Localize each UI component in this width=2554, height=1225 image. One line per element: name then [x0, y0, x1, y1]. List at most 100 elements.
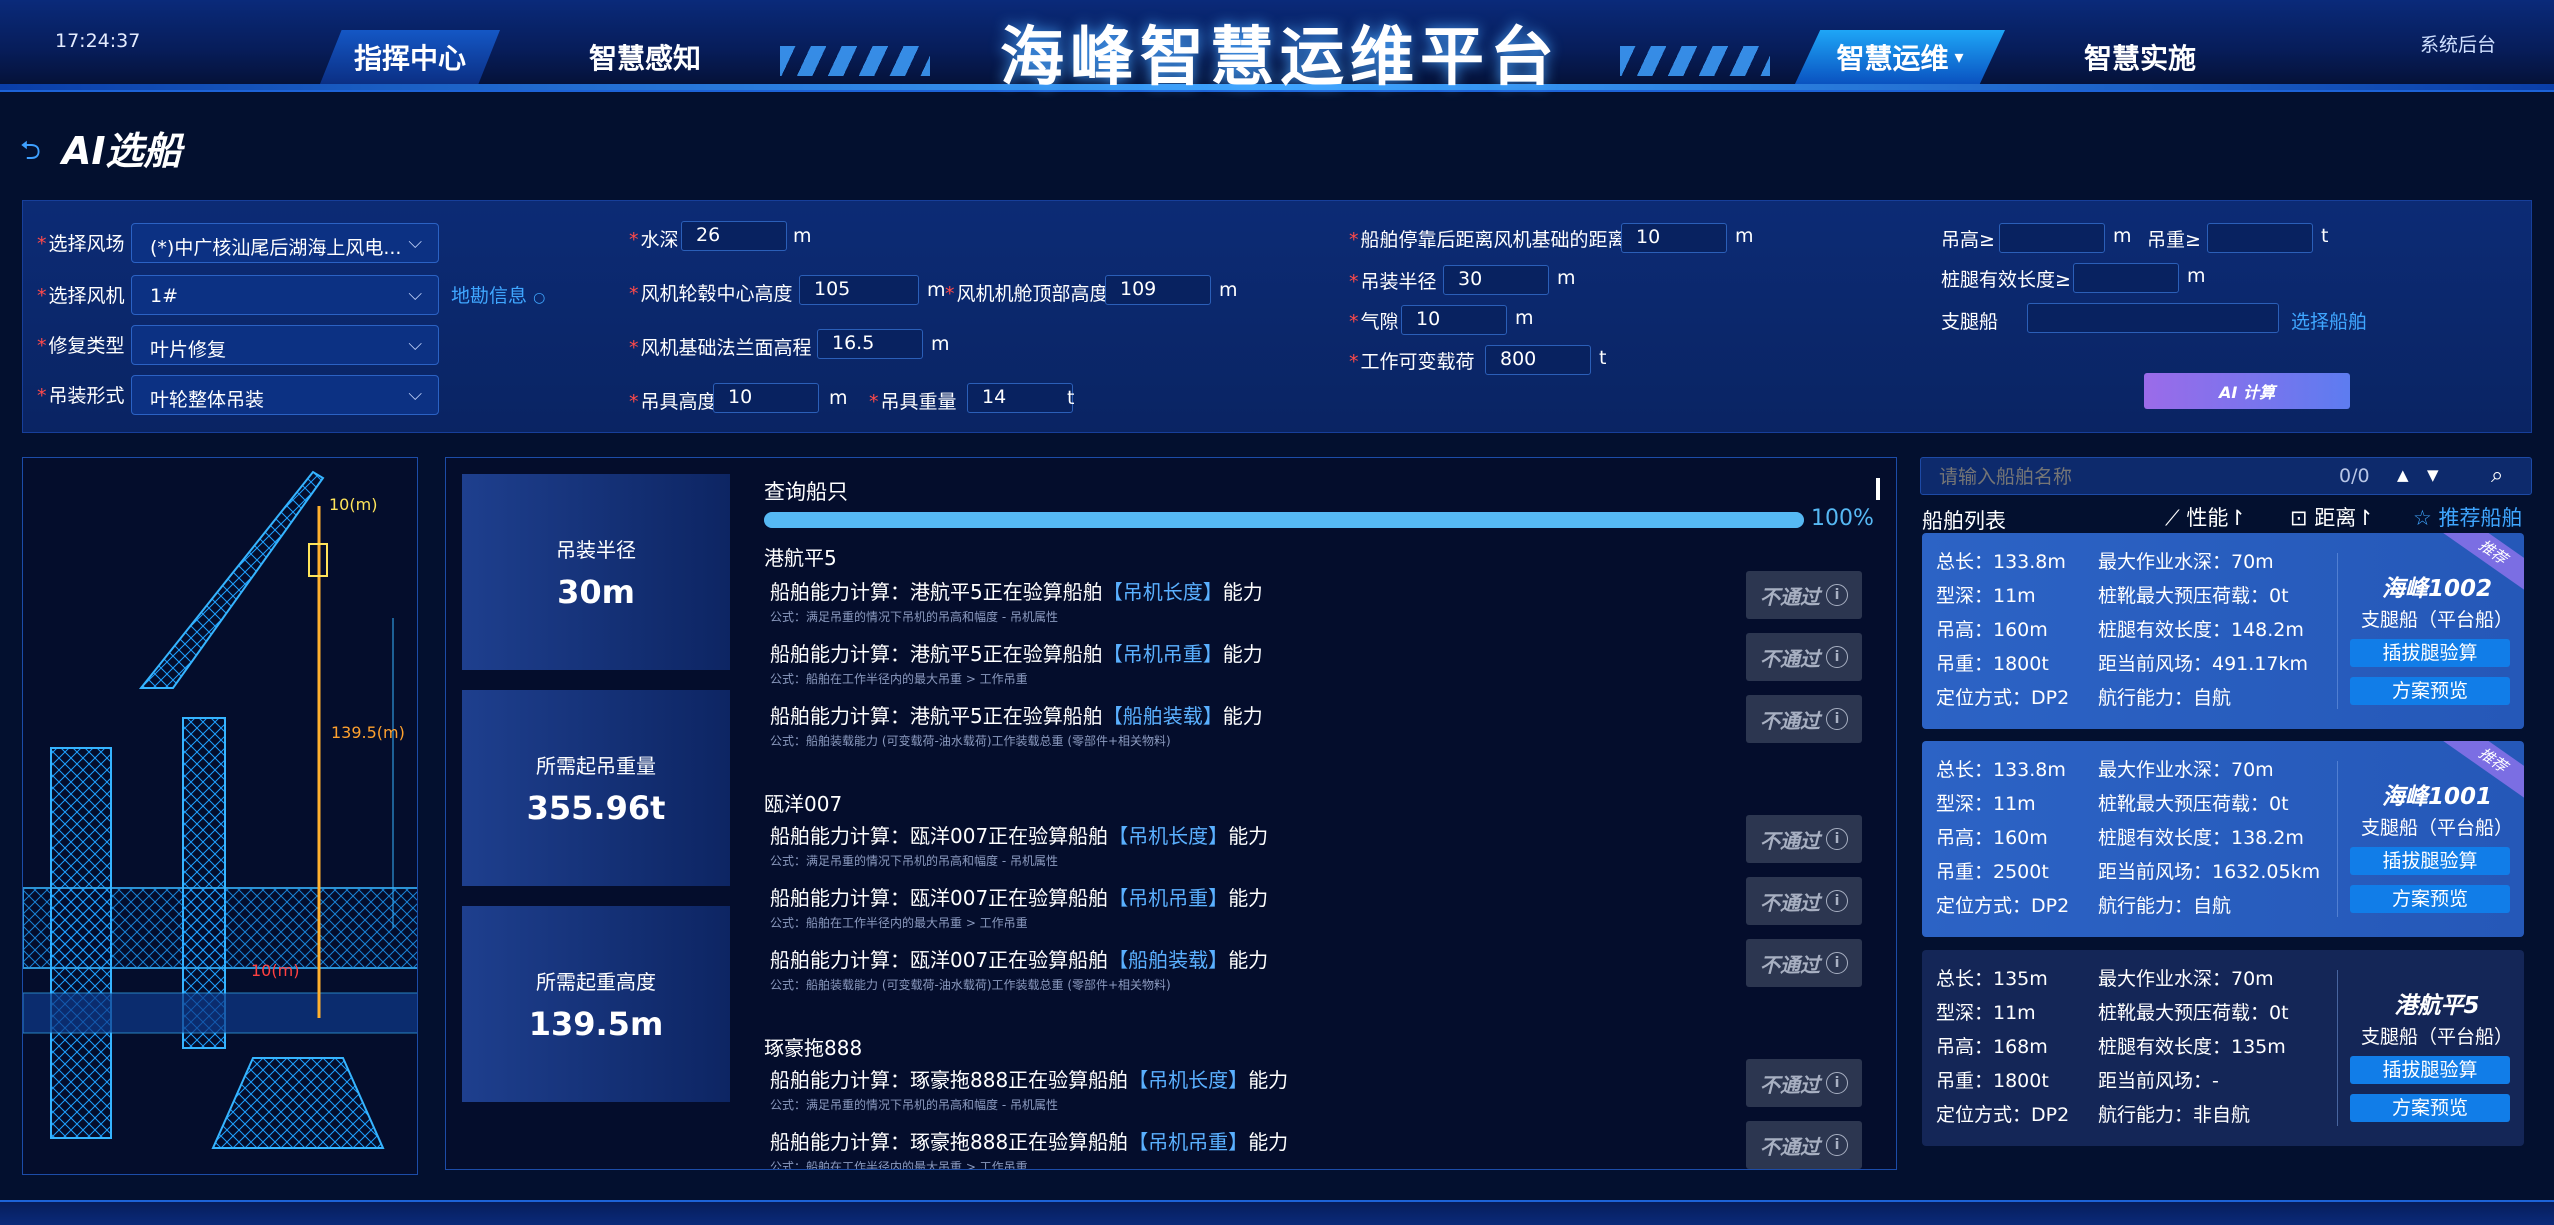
plan-preview-button[interactable]: 方案预览: [2350, 677, 2510, 705]
chevron-down-icon: ⌵: [408, 284, 422, 305]
distance-icon: ⊡: [2290, 506, 2308, 530]
rig-height-input[interactable]: 10: [713, 383, 819, 413]
header-decor-left: [780, 46, 930, 76]
support-ship-input[interactable]: [2027, 303, 2279, 333]
ship-card[interactable]: 总长：135m 型深：11m 吊高：168m 吊重：1800t 定位方式：DP2 最大作业…: [1922, 950, 2524, 1146]
next-result-icon[interactable]: ▼: [2427, 466, 2439, 484]
leg-length-input[interactable]: [2073, 263, 2179, 293]
variable-load-input[interactable]: 800: [1485, 345, 1591, 375]
unit-label: m: [1515, 307, 1534, 329]
sort-icon: ↾: [2228, 506, 2246, 530]
select-ship-link[interactable]: 选择船舶: [2291, 307, 2367, 334]
dock-distance-label: * 船舶停靠后距离风机基础的距离: [1349, 229, 1627, 251]
back-arrow-icon[interactable]: ⮌: [20, 132, 41, 176]
summary-value: 355.96t: [526, 788, 666, 827]
star-icon: ☆: [2413, 506, 2432, 530]
hook-height-label: 吊高≥: [1941, 229, 1995, 251]
search-icon: ○: [533, 290, 546, 306]
summary-card-height: 所需起重高度 139.5m: [462, 906, 730, 1102]
sort-distance-button[interactable]: ⊡ 距离↾: [2290, 502, 2374, 532]
check-row: 船舶能力计算：港航平5正在验算船舶【吊机吊重】能力 公式：船舶在工作半径内的最大…: [770, 642, 1263, 686]
info-icon: i: [1826, 584, 1848, 606]
bottom-bar: [0, 1200, 2554, 1225]
unit-label: m: [2187, 265, 2206, 287]
query-progress-bar: [764, 512, 1804, 528]
rig-weight-input[interactable]: 14: [967, 383, 1073, 413]
ship-spec: 定位方式：DP2: [1936, 687, 2070, 709]
leg-check-button[interactable]: 插拔腿验算: [2350, 1056, 2510, 1084]
nacelle-top-input[interactable]: 109: [1105, 275, 1211, 305]
nav-command-center[interactable]: 指挥中心: [320, 30, 500, 84]
query-progress-fill: [764, 512, 1804, 528]
unit-label: t: [1067, 387, 1075, 409]
unit-label: m: [931, 333, 950, 355]
ship-type: 支腿船（平台船）: [2360, 609, 2513, 631]
flange-input[interactable]: 16.5: [817, 329, 923, 359]
page-title: AI选船: [62, 129, 182, 173]
sort-performance-button[interactable]: ⟋ 性能↾: [2165, 502, 2246, 532]
chevron-down-icon: ⌵: [408, 384, 422, 405]
air-gap-input[interactable]: 10: [1401, 305, 1507, 335]
nav-smart-ops[interactable]: 智慧运维 ▾: [1795, 30, 2005, 84]
app-root: 17:24:37 指挥中心 智慧感知 海峰智慧运维平台 智慧运维 ▾ 智慧实施 …: [0, 0, 2554, 1225]
unit-label: m: [829, 387, 848, 409]
ship-spec: 吊重：1800t: [1936, 653, 2049, 675]
ai-calculate-button[interactable]: AI 计算: [2144, 373, 2350, 409]
ship-spec: 吊重：2500t: [1936, 861, 2049, 883]
dim-label-mid: 139.5(m): [331, 723, 405, 742]
info-icon: i: [1826, 646, 1848, 668]
water-depth-input[interactable]: 26: [681, 221, 787, 251]
lift-radius-label: * 吊装半径: [1349, 271, 1437, 293]
hook-height-input[interactable]: [1999, 223, 2105, 253]
info-icon: i: [1826, 890, 1848, 912]
check-row: 船舶能力计算：瓯洋007正在验算船舶【船舶装载】能力 公式：船舶装载能力 (可变…: [770, 948, 1269, 992]
plan-preview-button[interactable]: 方案预览: [2350, 1094, 2510, 1122]
lift-form-select[interactable]: 叶轮整体吊装 ⌵: [131, 375, 439, 415]
search-count: 0/0: [2339, 465, 2370, 487]
repair-type-select[interactable]: 叶片修复 ⌵: [131, 325, 439, 365]
nav-smart-implementation[interactable]: 智慧实施: [2040, 30, 2240, 84]
ship-spec: 距当前风场：1632.05km: [2098, 861, 2321, 883]
hub-height-label: * 风机轮毂中心高度: [629, 283, 793, 305]
hub-height-input[interactable]: 105: [799, 275, 919, 305]
unit-label: m: [1557, 267, 1576, 289]
leg-check-button[interactable]: 插拔腿验算: [2350, 847, 2510, 875]
ship-spec: 桩腿有效长度：138.2m: [2098, 827, 2304, 849]
plan-preview-button[interactable]: 方案预览: [2350, 885, 2510, 913]
ship-spec: 定位方式：DP2: [1936, 1104, 2070, 1126]
ship-spec: 吊高：168m: [1936, 1036, 2048, 1058]
ship-spec: 桩腿有效长度：148.2m: [2098, 619, 2304, 641]
recommend-ships-link[interactable]: ☆ 推荐船舶: [2413, 502, 2523, 532]
nav-smart-sensing[interactable]: 智慧感知: [550, 30, 740, 84]
prev-result-icon[interactable]: ▲: [2397, 466, 2409, 484]
summary-label: 所需起吊重量: [536, 753, 656, 778]
ship-card[interactable]: 推荐 总长：133.8m 型深：11m 吊高：160m 吊重：1800t 定位方式：DP2…: [1922, 533, 2524, 729]
system-backend-link[interactable]: 系统后台: [2420, 30, 2496, 57]
ship-spec: 总长：135m: [1936, 968, 2048, 990]
unit-label: t: [1599, 347, 1607, 369]
ship-card[interactable]: 推荐 总长：133.8m 型深：11m 吊高：160m 吊重：2500t 定位方式：DP2…: [1922, 741, 2524, 937]
unit-label: m: [1735, 225, 1754, 247]
ship-search-input[interactable]: [1939, 464, 2319, 490]
summary-value: 30m: [557, 572, 635, 611]
nav-smart-ops-label: 智慧运维: [1836, 42, 1949, 75]
hook-weight-input[interactable]: [2207, 223, 2313, 253]
ship-group-title: 琢豪拖888: [764, 1036, 863, 1060]
query-title: 查询船只: [764, 480, 848, 504]
check-row: 船舶能力计算：瓯洋007正在验算船舶【吊机吊重】能力 公式：船舶在工作半径内的最…: [770, 886, 1269, 930]
search-icon[interactable]: ⌕: [2491, 463, 2503, 488]
unit-label: m: [793, 225, 812, 247]
vessel-deck: [23, 887, 417, 969]
wind-farm-select[interactable]: (*)中广核汕尾后湖海上风电... ⌵: [131, 223, 439, 263]
leg-check-button[interactable]: 插拔腿验算: [2350, 639, 2510, 667]
turbine-select[interactable]: 1# ⌵: [131, 275, 439, 315]
survey-info-link[interactable]: 地勘信息 ○: [451, 281, 545, 308]
query-panel: 吊装半径 30m 所需起吊重量 355.96t 所需起重高度 139.5m 查询…: [445, 457, 1897, 1170]
unit-label: m: [2113, 225, 2132, 247]
ship-spec: 吊重：1800t: [1936, 1070, 2049, 1092]
ship-spec: 距当前风场：-: [2098, 1070, 2219, 1092]
ship-name: 港航平5: [2394, 993, 2480, 1019]
lift-radius-input[interactable]: 30: [1443, 265, 1549, 295]
water-depth-label: * 水深: [629, 229, 679, 251]
dock-distance-input[interactable]: 10: [1621, 223, 1727, 253]
